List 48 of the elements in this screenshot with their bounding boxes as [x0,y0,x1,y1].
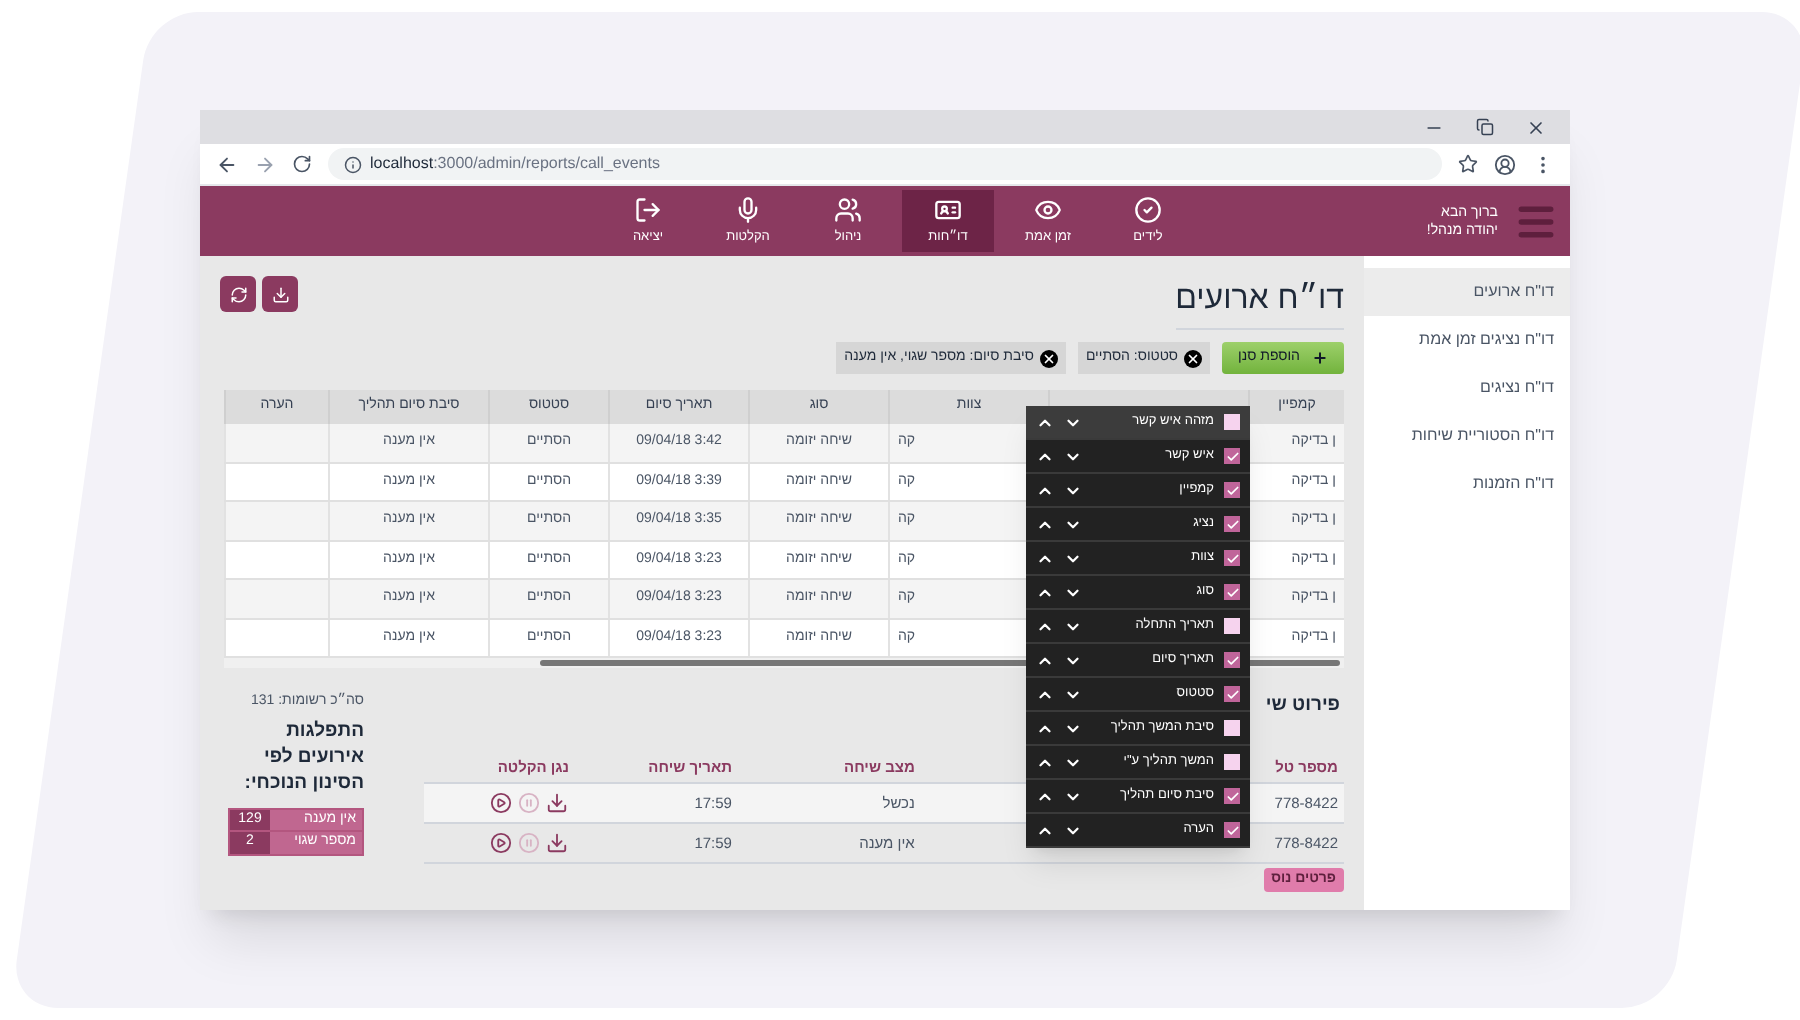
profile-icon[interactable] [1494,153,1516,175]
logout-icon [634,195,662,224]
download-icon [271,285,289,303]
section-title: פירוט שי [1265,692,1342,720]
checkbox[interactable] [1224,652,1240,668]
forward-icon[interactable] [254,153,276,175]
download-icon[interactable] [545,792,568,815]
info-icon [344,155,362,173]
sidebar-item[interactable]: דו"ח נציגים [1364,364,1570,412]
checkbox[interactable] [1224,516,1240,532]
sidebar-item[interactable]: דו"ח הזמנות [1364,460,1570,508]
back-icon[interactable] [216,153,238,175]
address-bar[interactable]: localhost:3000/admin/reports/call_events [328,148,1442,180]
reload-icon[interactable] [292,154,312,174]
checkbox[interactable] [1224,414,1240,430]
download-icon[interactable] [545,832,568,855]
plus-icon [1312,350,1328,366]
checkbox[interactable] [1224,822,1240,838]
users-icon [834,195,862,224]
checkbox[interactable] [1224,584,1240,600]
check-circle-icon [1134,195,1162,224]
eye-icon [1034,195,1062,224]
checkbox[interactable] [1224,788,1240,804]
play-icon[interactable] [489,832,512,855]
checkbox[interactable] [1224,686,1240,702]
page-title: דו״ח ארועים [1175,276,1344,330]
checkbox[interactable] [1224,482,1240,498]
checkbox[interactable] [1224,448,1240,464]
refresh-icon [229,285,247,303]
remove-icon[interactable] [1184,349,1203,367]
star-icon[interactable] [1458,154,1478,174]
sidebar-item[interactable]: דו"ח נציגים זמן אמת [1364,316,1570,364]
url-text: localhost:3000/admin/reports/call_events [370,152,660,176]
restore-icon[interactable] [1476,118,1494,136]
sidebar-item[interactable]: דו"ח הסטוריית שיחות [1364,412,1570,460]
remove-icon[interactable] [1039,349,1058,367]
play-icon[interactable] [489,792,512,815]
checkbox[interactable] [1224,618,1240,634]
checkbox[interactable] [1224,754,1240,770]
sidebar-item[interactable]: דו"ח ארועים [1364,268,1570,316]
refresh-button[interactable] [220,276,256,312]
checkbox[interactable] [1224,550,1240,566]
id-card-icon [934,195,962,224]
microphone-icon [734,195,762,224]
summary-title: התפלגות אירועים לפי הסינון הנוכחי: [242,717,364,795]
close-icon[interactable] [1526,117,1546,137]
download-button[interactable] [262,276,298,312]
checkbox[interactable] [1224,720,1240,736]
